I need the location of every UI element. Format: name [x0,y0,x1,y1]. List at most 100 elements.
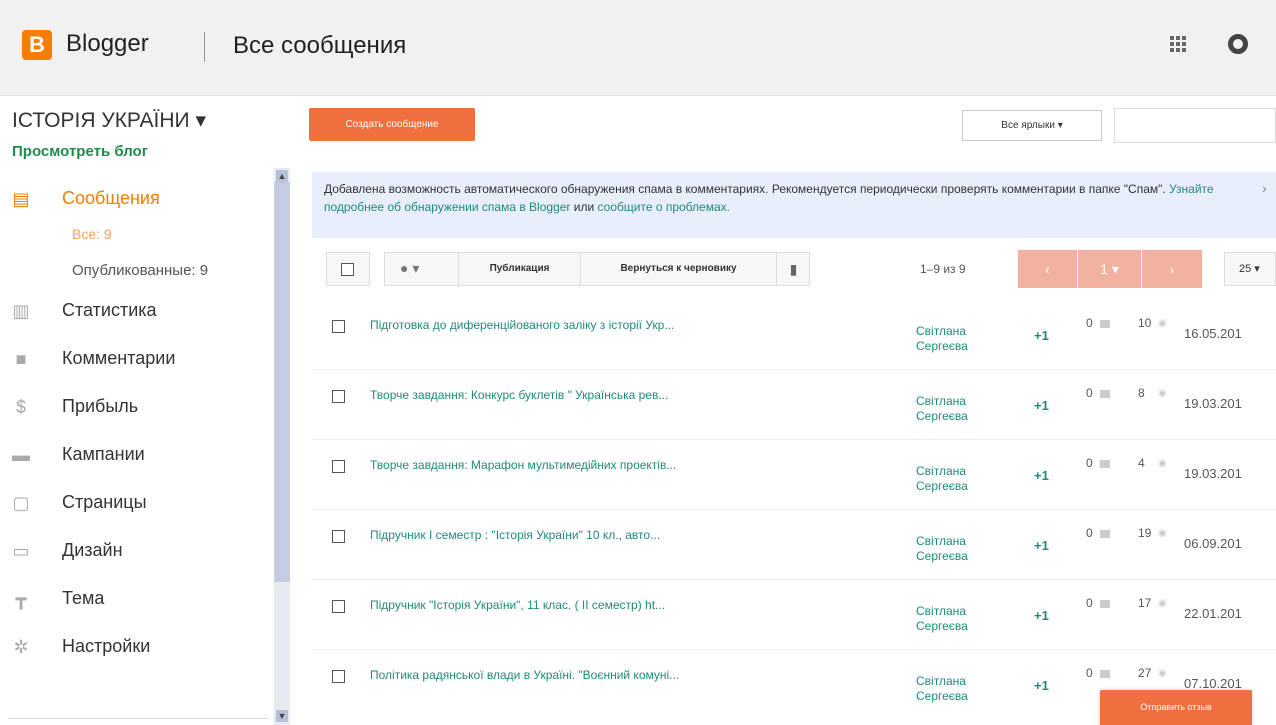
banner-or: или [573,200,595,214]
brand-name[interactable]: Blogger [66,30,149,58]
post-title-link[interactable]: Підготовка до диференційованого заліку з… [370,318,674,332]
sidebar: ▤ Сообщения ▥ Статистика ■ Комментарии $… [0,168,290,725]
comment-count: 0 [1086,316,1093,330]
table-row[interactable]: Підручник "Історія України", 11 клас. ( … [312,580,1276,650]
post-date: 07.10.201 [1184,676,1242,691]
sidebar-item-settings[interactable]: ✲ Настройки [0,632,270,672]
view-blog-link[interactable]: Просмотреть блог [12,143,148,160]
table-row[interactable]: Творче завдання: Конкурс буклетів " Укра… [312,370,1276,440]
comment-count: 0 [1086,456,1093,470]
post-date: 19.03.201 [1184,466,1242,481]
sidebar-scrollbar-thumb[interactable] [274,182,290,582]
blog-selector[interactable]: ІСТОРІЯ УКРАЇНИ ▾ [12,108,206,133]
row-checkbox[interactable] [332,600,345,613]
eye-icon: ◉ [1158,598,1167,609]
view-count: 27 [1138,666,1152,680]
sidebar-item-label: Настройки [62,636,151,656]
pagination-count: 1–9 из 9 [920,262,966,276]
post-date: 19.03.201 [1184,396,1242,411]
post-author[interactable]: Світлана Сергеєва [916,674,976,704]
post-title-link[interactable]: Політика радянської влади в Україні. "Во… [370,668,679,682]
comment-icon [1100,320,1110,328]
post-title-link[interactable]: Творче завдання: Марафон мультимедійних … [370,458,676,472]
sidebar-item-label: Тема [62,588,105,608]
table-row[interactable]: Творче завдання: Марафон мультимедійних … [312,440,1276,510]
plus-one-count: +1 [1034,608,1049,623]
row-checkbox[interactable] [332,320,345,333]
gear-icon: ✲ [13,637,29,657]
plus-one-count: +1 [1034,538,1049,553]
post-title-link[interactable]: Підручник І семестр : "Історія України" … [370,528,660,542]
label-tag-icon[interactable]: ● ▾ [400,260,419,277]
scroll-up-icon[interactable]: ▲ [276,170,288,182]
revert-to-draft-button[interactable]: Вернуться к черновику [580,252,776,286]
sidebar-item-label: Комментарии [62,348,176,368]
sidebar-item-earnings[interactable]: $ Прибыль [0,392,270,432]
post-author[interactable]: Світлана Сергеєва [916,464,976,494]
trash-icon[interactable]: ▮ [776,252,810,286]
sidebar-sub-all[interactable]: Все: 9 [72,226,112,242]
comment-icon [1100,670,1110,678]
account-avatar-icon[interactable] [1228,34,1248,54]
post-title-link[interactable]: Підручник "Історія України", 11 клас. ( … [370,598,665,612]
select-all-checkbox[interactable] [326,252,370,286]
labels-dropdown[interactable]: Все ярлыки ▾ [962,110,1102,141]
sidebar-sub-published[interactable]: Опубликованные: 9 [72,262,208,279]
create-post-button[interactable]: Создать сообщение [309,108,475,141]
row-checkbox[interactable] [332,530,345,543]
sidebar-item-posts[interactable]: ▤ Сообщения [0,184,270,224]
view-count: 8 [1138,386,1145,400]
row-checkbox[interactable] [332,670,345,683]
sidebar-item-campaigns[interactable]: ▬ Кампании [0,440,270,480]
sidebar-item-label: Дизайн [62,540,123,560]
comments-icon: ■ [15,349,27,369]
view-count: 19 [1138,526,1152,540]
sidebar-item-pages[interactable]: ▢ Страницы [0,488,270,528]
publish-button[interactable]: Публикация [458,252,580,286]
page-title: Все сообщения [233,32,407,59]
post-author[interactable]: Світлана Сергеєва [916,394,976,424]
post-author[interactable]: Світлана Сергеєва [916,534,976,564]
scroll-down-icon[interactable]: ▼ [276,710,288,722]
table-row[interactable]: Підготовка до диференційованого заліку з… [312,300,1276,370]
plus-one-count: +1 [1034,328,1049,343]
sidebar-item-comments[interactable]: ■ Комментарии [0,344,270,384]
banner-report-link[interactable]: сообщите о проблемах. [598,200,730,214]
blogger-logo-icon[interactable]: B [22,30,52,60]
apps-grid-icon[interactable] [1170,36,1186,52]
row-checkbox[interactable] [332,390,345,403]
sidebar-item-layout[interactable]: ▭ Дизайн [0,536,270,576]
header-divider [204,32,205,62]
plus-one-count: +1 [1034,468,1049,483]
close-icon[interactable]: › [1262,180,1267,196]
eye-icon: ◉ [1158,668,1167,679]
post-date: 16.05.201 [1184,326,1242,341]
next-page-icon[interactable]: › [1142,250,1202,288]
eye-icon: ◉ [1158,458,1167,469]
send-feedback-button[interactable]: Отправить отзыв [1100,690,1252,725]
view-count: 4 [1138,456,1145,470]
comment-icon [1100,530,1110,538]
sidebar-item-stats[interactable]: ▥ Статистика [0,296,270,336]
page-select[interactable]: 1 ▾ [1078,250,1142,288]
per-page-select[interactable]: 25 ▾ [1224,252,1276,286]
post-author[interactable]: Світлана Сергеєва [916,324,976,354]
table-row[interactable]: Підручник І семестр : "Історія України" … [312,510,1276,580]
layout-icon: ▭ [12,541,30,561]
eye-icon: ◉ [1158,528,1167,539]
posts-icon: ▤ [12,189,30,209]
comment-icon [1100,390,1110,398]
sidebar-item-theme[interactable]: ┳ Тема [0,584,270,624]
comment-count: 0 [1086,386,1093,400]
post-title-link[interactable]: Творче завдання: Конкурс буклетів " Укра… [370,388,668,402]
sidebar-item-label: Страницы [62,492,147,512]
prev-page-icon[interactable]: ‹ [1018,250,1078,288]
comment-count: 0 [1086,526,1093,540]
comment-icon [1100,600,1110,608]
post-author[interactable]: Світлана Сергеєва [916,604,976,634]
row-checkbox[interactable] [332,460,345,473]
sidebar-divider [8,718,268,719]
comment-count: 0 [1086,596,1093,610]
search-input[interactable] [1114,108,1276,143]
stats-icon: ▥ [12,301,30,321]
